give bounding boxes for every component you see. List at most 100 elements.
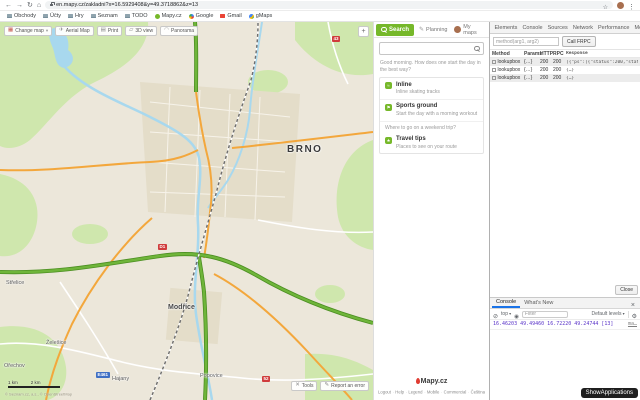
bookmark-item[interactable]: Obchody bbox=[7, 13, 36, 19]
greeting-text: Good morning. How does one start the day… bbox=[374, 57, 489, 75]
bookmark-star-icon[interactable] bbox=[603, 0, 608, 14]
map-toolbar-button[interactable]: 3D view bbox=[125, 26, 157, 36]
panel-spacer bbox=[374, 156, 489, 369]
frpc-call-button[interactable]: Call FRPC bbox=[562, 36, 596, 47]
drawer-tab[interactable]: What's New bbox=[520, 298, 557, 308]
map-canvas[interactable]: BRNO Modřice Střelice Želešice Ořechov H… bbox=[0, 22, 373, 400]
tip-title: Travel tips bbox=[396, 136, 457, 144]
tip-item[interactable]: Travel tips Places to see on your route bbox=[380, 133, 483, 154]
footer-link[interactable]: Logout bbox=[378, 390, 391, 395]
map-toolbar-button[interactable]: Print bbox=[97, 26, 122, 36]
forward-icon[interactable]: → bbox=[16, 2, 23, 9]
devtools-tab[interactable]: Memory bbox=[632, 22, 640, 33]
search-input[interactable] bbox=[383, 46, 474, 52]
frpc-row-params[interactable]: {…} bbox=[524, 59, 540, 65]
bookmark-item[interactable]: Účty bbox=[43, 13, 61, 19]
mapycz-logo-text: Mapy.cz bbox=[421, 378, 448, 385]
user-avatar bbox=[454, 26, 461, 33]
map-graphics bbox=[0, 22, 373, 400]
mapycz-logo-icon bbox=[416, 378, 420, 384]
frpc-row[interactable]: lookupbox {…} 200 200 {…} bbox=[490, 66, 640, 74]
frpc-row-response[interactable]: {…} bbox=[566, 76, 638, 81]
suggestion-item[interactable]: Sports ground Start the day with a morni… bbox=[380, 99, 483, 121]
map-toolbar-button-label: 3D view bbox=[135, 28, 153, 34]
devtools-panel: ElementsConsoleSourcesNetworkPerformance… bbox=[489, 22, 640, 400]
url-text[interactable]: en.mapy.cz/zakladni?x=16.5929408&y=49.37… bbox=[56, 2, 198, 8]
frpc-row-method: lookupbox bbox=[492, 75, 524, 81]
map-toolbar-button-label: Aerial Map bbox=[66, 28, 90, 34]
tip-subtitle: Places to see on your route bbox=[396, 144, 457, 150]
frpc-row-params[interactable]: {…} bbox=[524, 75, 540, 81]
toolbar-separator bbox=[628, 311, 629, 318]
footer-link[interactable]: Mobile bbox=[424, 390, 439, 395]
search-submit-icon[interactable] bbox=[474, 46, 480, 52]
suggestion-title: Inline bbox=[396, 82, 440, 90]
bookmark-item[interactable]: Mapy.cz bbox=[155, 13, 182, 19]
reload-icon[interactable]: ↻ bbox=[27, 2, 33, 9]
bookmark-item[interactable]: gMaps bbox=[249, 13, 273, 19]
frpc-row-rpc: 200 bbox=[553, 67, 566, 73]
devtools-tab[interactable]: Sources bbox=[545, 22, 570, 33]
address-bar[interactable]: en.mapy.cz/zakladni?x=16.5929408&y=49.37… bbox=[45, 1, 613, 9]
map-scalebar: 1 km2 km bbox=[8, 380, 60, 389]
mapycz-logo[interactable]: Mapy.cz bbox=[416, 378, 448, 385]
tab-my-maps-label: My maps bbox=[463, 24, 485, 36]
home-icon[interactable]: ⌂ bbox=[37, 2, 41, 9]
frpc-row[interactable]: lookupbox {…} 200 200 [{"ps":[{"status":… bbox=[490, 58, 640, 66]
devtools-tabbar: ElementsConsoleSourcesNetworkPerformance… bbox=[490, 22, 640, 34]
profile-avatar[interactable] bbox=[617, 2, 624, 9]
frpc-method-name: lookupbox bbox=[498, 59, 521, 65]
footer-link[interactable]: Čeština bbox=[468, 390, 485, 395]
map-copyright: © Seznam.cz, a.s., © OpenStreetMap bbox=[5, 392, 72, 397]
frpc-row-http: 200 bbox=[540, 59, 553, 65]
footer-link[interactable]: Help bbox=[393, 390, 404, 395]
tab-my-maps[interactable]: My maps bbox=[452, 24, 487, 36]
panel-footer: Mapy.cz LogoutHelpLegendMobileCommercial… bbox=[374, 369, 489, 400]
browser-toolbar: ← → ↻ ⌂ en.mapy.cz/zakladni?x=16.5929408… bbox=[0, 0, 640, 11]
map-bottom-button[interactable]: Tools bbox=[291, 381, 317, 391]
map-toolbar-button-label: Change map bbox=[15, 28, 44, 34]
frpc-row-response[interactable]: [{"ps":[{"status":200,"statusMessage":"O… bbox=[566, 60, 638, 65]
drawer-tabs: ConsoleWhat's New bbox=[492, 298, 557, 308]
console-filter-input[interactable] bbox=[522, 311, 568, 318]
tab-search[interactable]: Search bbox=[376, 24, 414, 36]
footer-link[interactable]: Commercial bbox=[441, 390, 466, 395]
bookmark-item[interactable]: TODO bbox=[125, 13, 148, 19]
frpc-row-params[interactable]: {…} bbox=[524, 67, 540, 73]
expand-toggle-icon[interactable] bbox=[492, 68, 496, 72]
map-bottom-button[interactable]: Report an error bbox=[320, 381, 369, 391]
console-log-source-link[interactable]: ma… bbox=[625, 321, 637, 327]
suggestion-item[interactable]: Inline Inline skating tracks bbox=[380, 78, 483, 99]
footer-link[interactable]: Legend bbox=[406, 390, 423, 395]
browser-menu-icon[interactable] bbox=[628, 0, 635, 14]
frpc-method-name: lookupbox bbox=[498, 67, 521, 73]
search-box[interactable] bbox=[379, 42, 484, 55]
column-http: HTTP bbox=[540, 51, 553, 57]
map-toolbar-button[interactable]: Change map bbox=[4, 26, 52, 36]
scale-line bbox=[8, 386, 60, 389]
tips-list: Travel tips Places to see on your route bbox=[380, 133, 483, 154]
frpc-row[interactable]: lookupbox {…} 200 200 {…} bbox=[490, 74, 640, 82]
locate-button[interactable] bbox=[358, 26, 369, 37]
frpc-table-header: Method Params HTTP RPC Response bbox=[490, 50, 640, 58]
devtools-tab[interactable]: Console bbox=[520, 22, 545, 33]
back-icon[interactable]: ← bbox=[5, 2, 12, 9]
devtools-tab[interactable]: Elements bbox=[492, 22, 520, 33]
context-selector[interactable]: top bbox=[501, 311, 511, 317]
bookmark-item[interactable]: Google bbox=[189, 13, 214, 19]
tab-planning[interactable]: Planning bbox=[417, 26, 449, 33]
bookmark-item[interactable]: Gmail bbox=[220, 13, 241, 19]
frpc-row-response[interactable]: {…} bbox=[566, 68, 638, 73]
bookmark-label: Gmail bbox=[227, 13, 241, 19]
bookmark-item[interactable]: Seznam bbox=[91, 13, 118, 19]
devtools-tab[interactable]: Network bbox=[570, 22, 595, 33]
expand-toggle-icon[interactable] bbox=[492, 76, 496, 80]
frpc-method-input[interactable] bbox=[493, 37, 559, 46]
bookmark-item[interactable]: Hry bbox=[68, 13, 84, 19]
bookmark-label: Obchody bbox=[14, 13, 36, 19]
log-levels-dropdown[interactable]: Default levels bbox=[591, 311, 624, 317]
devtools-tab[interactable]: Performance bbox=[595, 22, 632, 33]
map-toolbar-button[interactable]: Aerial Map bbox=[55, 26, 94, 36]
expand-toggle-icon[interactable] bbox=[492, 60, 496, 64]
map-toolbar-button[interactable]: Panorama bbox=[160, 26, 198, 36]
